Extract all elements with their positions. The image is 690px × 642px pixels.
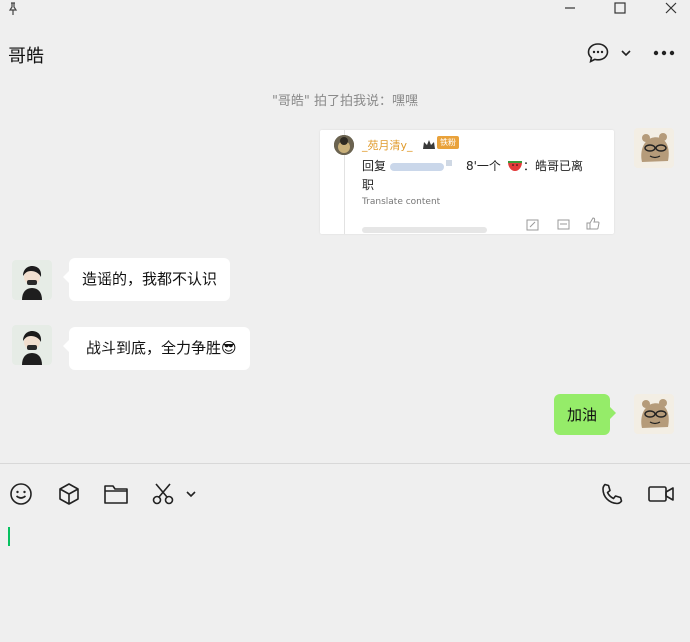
video-call-button[interactable] <box>647 481 675 507</box>
chat-title: 哥皓 <box>8 46 44 67</box>
voice-call-button[interactable] <box>599 481 625 507</box>
send-file-button[interactable] <box>103 481 129 507</box>
more-dots-icon <box>653 50 675 56</box>
crown-icon <box>422 136 436 149</box>
text-caret <box>8 527 10 546</box>
maximize-button[interactable] <box>610 0 630 16</box>
reply-prefix: 回复 <box>362 159 387 173</box>
self-avatar[interactable] <box>634 128 674 168</box>
mini-program-button[interactable] <box>56 481 82 507</box>
comment-icon <box>557 216 571 230</box>
bear-avatar-image <box>634 394 674 434</box>
system-pat-message: "哥皓" 拍了拍我说：嘿嘿 <box>271 94 419 109</box>
like-icon <box>586 215 600 230</box>
input-divider <box>0 463 690 464</box>
chevron-down-icon <box>186 490 196 497</box>
folder-icon <box>104 485 128 504</box>
emoji-button[interactable] <box>8 481 34 507</box>
more-options-button[interactable] <box>650 42 678 64</box>
friend-avatar[interactable] <box>12 325 52 365</box>
minimize-icon <box>565 7 575 9</box>
friend-avatar-image <box>12 325 52 365</box>
fan-badge: 铁粉 <box>437 136 459 149</box>
translate-link: Translate content <box>362 197 441 207</box>
screenshot-options-button[interactable] <box>183 481 199 507</box>
sunglasses-emoji: 😎 <box>221 339 237 357</box>
close-button[interactable] <box>661 0 681 16</box>
screenshot-button[interactable] <box>150 481 176 507</box>
reply-text-mid: 8'一个 <box>466 159 501 173</box>
commenter-username: _苑月清y_ <box>362 139 413 152</box>
bear-avatar-image <box>634 128 674 168</box>
chevron-down-icon <box>621 49 631 56</box>
share-icon <box>526 216 540 231</box>
chevron-down-button[interactable] <box>618 45 634 61</box>
phone-icon <box>602 483 623 505</box>
self-message-bubble[interactable]: 加油 <box>554 394 617 435</box>
pin-icon[interactable] <box>6 1 20 15</box>
friend-avatar-image <box>12 260 52 300</box>
chat-header: 哥皓 <box>0 28 690 76</box>
reply-text-line2: 职 <box>362 178 375 192</box>
blur-dot <box>446 160 452 166</box>
chat-bubble-icon <box>587 43 609 63</box>
commenter-avatar <box>334 135 354 155</box>
smiley-icon <box>10 483 32 505</box>
message-bubble-2[interactable]: 战斗到底，全力争胜😎 <box>63 327 250 370</box>
message-bubble-1[interactable]: 造谣的，我都不认识 <box>62 258 231 301</box>
window-titlebar <box>0 0 690 20</box>
cube-icon <box>59 483 79 505</box>
friend-avatar[interactable] <box>12 260 52 300</box>
blurred-mention <box>390 158 448 171</box>
message-input[interactable] <box>0 515 690 642</box>
watermelon-emoji <box>507 157 523 171</box>
chat-messages-area[interactable]: "哥皓" 拍了拍我说：嘿嘿 _苑月清y_ 铁粉 回复 8'一个 ：皓哥已离 职 … <box>0 80 690 463</box>
scissors-icon <box>152 483 174 505</box>
maximize-icon <box>614 2 626 14</box>
self-avatar[interactable] <box>634 394 674 434</box>
minimize-button[interactable] <box>560 0 580 16</box>
video-camera-icon <box>648 486 674 502</box>
image-message[interactable]: _苑月清y_ 铁粉 回复 8'一个 ：皓哥已离 职 Translate cont… <box>320 130 614 234</box>
blurred-footer <box>362 218 492 233</box>
commenter-avatar-image <box>334 135 354 155</box>
message-text-2: 战斗到底，全力争胜 <box>86 339 222 357</box>
close-icon <box>665 2 677 14</box>
reply-text-end: ：皓哥已离 <box>523 159 584 173</box>
chat-bubble-button[interactable] <box>585 40 611 66</box>
